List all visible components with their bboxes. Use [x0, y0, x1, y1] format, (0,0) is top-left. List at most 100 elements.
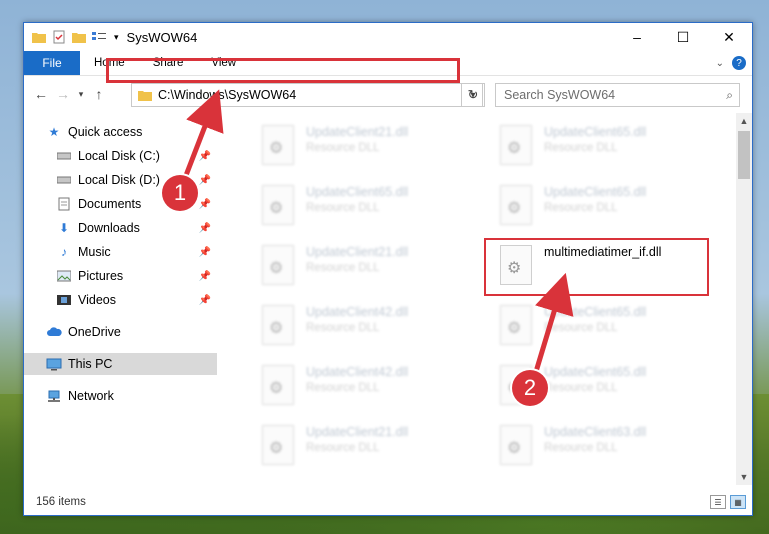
help-icon[interactable]: ?: [732, 56, 746, 70]
window-controls: – ☐ ✕: [614, 23, 752, 51]
sidebar-item-quick-access[interactable]: ★ Quick access: [46, 121, 239, 143]
list-item[interactable]: UpdateClient65.dll Resource DLL: [254, 181, 474, 237]
file-name: UpdateClient21.dll: [306, 125, 409, 139]
title-bar: ▾ SysWOW64 – ☐ ✕: [24, 23, 752, 51]
cloud-icon: [46, 325, 62, 339]
sidebar-item-network[interactable]: Network: [46, 385, 217, 407]
back-arrow-icon[interactable]: ←: [30, 86, 52, 102]
expand-ribbon-icon[interactable]: ⌄: [716, 58, 724, 69]
address-highlight-box: [106, 58, 460, 83]
list-item[interactable]: UpdateClient65.dll Resource DLL: [492, 121, 712, 177]
sidebar-item-label: This PC: [68, 357, 113, 371]
sidebar-item-label: Network: [68, 389, 114, 403]
file-name: UpdateClient65.dll: [306, 185, 409, 199]
up-arrow-icon[interactable]: ↑: [88, 86, 110, 102]
pin-icon[interactable]: 📌: [199, 175, 211, 186]
file-name: UpdateClient21.dll: [306, 245, 409, 259]
list-item[interactable]: UpdateClient21.dll Resource DLL: [254, 121, 474, 177]
file-type: Resource DLL: [306, 202, 380, 214]
details-view-icon[interactable]: ☰: [710, 495, 726, 509]
music-icon: ♪: [61, 245, 67, 259]
sidebar-item-videos[interactable]: Videos 📌: [56, 289, 217, 311]
sidebar-item-downloads[interactable]: ⬇ Downloads 📌: [56, 217, 217, 239]
file-name: UpdateClient42.dll: [306, 365, 409, 379]
network-icon: [46, 389, 62, 403]
scroll-down-icon[interactable]: ▼: [736, 469, 752, 485]
sidebar-item-label: Videos: [78, 293, 116, 307]
pin-icon[interactable]: 📌: [199, 223, 211, 234]
sidebar-item-label: Quick access: [68, 125, 143, 139]
chevron-down-icon[interactable]: ▾: [114, 32, 119, 43]
folder-icon: [138, 91, 152, 101]
list-item[interactable]: UpdateClient63.dll Resource DLL: [492, 421, 712, 477]
file-type: Resource DLL: [544, 322, 618, 334]
sidebar-item-label: Music: [78, 245, 111, 259]
ribbon-right: ⌄ ?: [716, 51, 752, 75]
refresh-icon[interactable]: ↻: [461, 83, 485, 107]
customize-icon[interactable]: [92, 31, 108, 43]
list-item[interactable]: UpdateClient42.dll Resource DLL: [254, 361, 474, 417]
pin-icon[interactable]: 📌: [199, 295, 211, 306]
file-type: Resource DLL: [306, 442, 380, 454]
properties-icon[interactable]: [52, 30, 66, 44]
file-type: Resource DLL: [544, 382, 618, 394]
file-type: Resource DLL: [306, 142, 380, 154]
list-item[interactable]: UpdateClient42.dll Resource DLL: [254, 301, 474, 357]
list-item[interactable]: UpdateClient65.dll Resource DLL: [492, 301, 712, 357]
search-placeholder: Search SysWOW64: [504, 88, 616, 102]
download-icon: ⬇: [58, 221, 70, 235]
tab-file[interactable]: File: [24, 51, 80, 75]
file-name: UpdateClient65.dll: [544, 125, 647, 139]
status-bar: 156 items ☰ ▦: [24, 489, 752, 515]
dll-file-icon: [500, 125, 532, 165]
sidebar-item-music[interactable]: ♪ Music 📌: [56, 241, 217, 263]
file-name: UpdateClient42.dll: [306, 305, 409, 319]
list-item[interactable]: UpdateClient21.dll Resource DLL: [254, 421, 474, 477]
address-bar[interactable]: C:\Windows\SysWOW64 ▾: [131, 83, 483, 107]
maximize-button[interactable]: ☐: [660, 23, 706, 51]
recent-chevron-icon[interactable]: ▾: [74, 89, 88, 100]
search-icon: ⌕: [726, 87, 733, 102]
scroll-up-icon[interactable]: ▲: [736, 113, 752, 129]
dll-file-icon: [500, 305, 532, 345]
sidebar-item-this-pc[interactable]: This PC: [24, 353, 217, 375]
view-switcher: ☰ ▦: [710, 495, 746, 509]
search-input[interactable]: Search SysWOW64 ⌕: [495, 83, 740, 107]
item-count: 156 items: [36, 496, 86, 508]
dll-file-icon: [262, 305, 294, 345]
file-highlight-box: [484, 238, 709, 296]
vertical-scrollbar[interactable]: ▲ ▼: [736, 113, 752, 485]
file-list: UpdateClient21.dll Resource DLL UpdateCl…: [240, 111, 734, 483]
file-type: Resource DLL: [544, 142, 618, 154]
pin-icon[interactable]: 📌: [199, 151, 211, 162]
step-badge-1: 1: [162, 175, 198, 211]
documents-icon: [56, 197, 72, 211]
file-name: UpdateClient21.dll: [306, 425, 409, 439]
pin-icon[interactable]: 📌: [199, 247, 211, 258]
computer-icon: [46, 357, 62, 371]
folder-icon[interactable]: [32, 31, 46, 43]
sidebar-item-onedrive[interactable]: OneDrive: [46, 321, 217, 343]
scrollbar-thumb[interactable]: [738, 131, 750, 179]
disk-icon: [56, 149, 72, 163]
navigation-pane: ★ Quick access Local Disk (C:) 📌 Local D…: [24, 113, 217, 483]
window-title: SysWOW64: [126, 29, 198, 45]
file-name: UpdateClient65.dll: [544, 365, 647, 379]
tiles-view-icon[interactable]: ▦: [730, 495, 746, 509]
forward-arrow-icon[interactable]: →: [52, 86, 74, 102]
sidebar-item-local-disk-c[interactable]: Local Disk (C:) 📌: [56, 145, 217, 167]
dll-file-icon: [262, 185, 294, 225]
minimize-button[interactable]: –: [614, 23, 660, 51]
videos-icon: [56, 293, 72, 307]
file-type: Resource DLL: [544, 442, 618, 454]
list-item[interactable]: UpdateClient65.dll Resource DLL: [492, 181, 712, 237]
disk-icon: [56, 173, 72, 187]
list-item[interactable]: UpdateClient21.dll Resource DLL: [254, 241, 474, 297]
pin-icon[interactable]: 📌: [199, 199, 211, 210]
file-type: Resource DLL: [306, 382, 380, 394]
sidebar-item-pictures[interactable]: Pictures 📌: [56, 265, 217, 287]
sidebar-item-label: Pictures: [78, 269, 124, 283]
close-button[interactable]: ✕: [706, 23, 752, 51]
new-folder-icon[interactable]: [72, 31, 86, 43]
pin-icon[interactable]: 📌: [199, 271, 211, 282]
